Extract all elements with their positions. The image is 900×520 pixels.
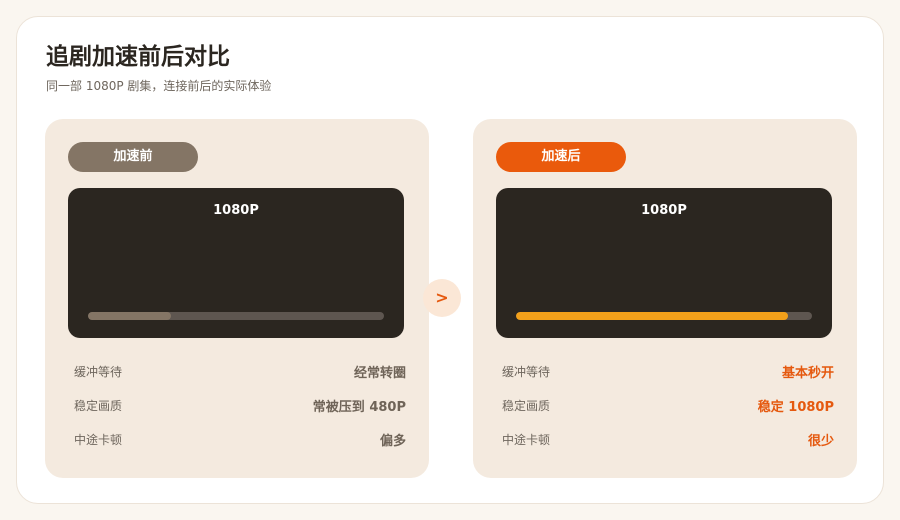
before-resolution-label: 1080P bbox=[213, 203, 259, 218]
before-row-label: 缓冲等待 bbox=[74, 364, 123, 379]
after-progress-fill bbox=[516, 312, 789, 320]
before-badge: 加速前 bbox=[68, 142, 198, 172]
after-badge: 加速后 bbox=[496, 142, 626, 172]
before-row-buffering: 缓冲等待 经常转圈 bbox=[74, 361, 406, 381]
after-row-label: 缓冲等待 bbox=[502, 364, 551, 379]
after-row-quality: 稳定画质 稳定 1080P bbox=[502, 395, 834, 415]
before-row-stutter: 中途卡顿 偏多 bbox=[74, 429, 406, 449]
after-video-preview: 1080P bbox=[496, 188, 832, 338]
before-row-label: 稳定画质 bbox=[74, 398, 123, 413]
after-row-label: 中途卡顿 bbox=[502, 432, 551, 447]
after-row-value: 基本秒开 bbox=[781, 365, 834, 381]
before-progress-track bbox=[88, 312, 384, 320]
after-row-value: 稳定 1080P bbox=[757, 399, 834, 415]
before-panel: 加速前 1080P 缓冲等待 经常转圈 稳定画质 常被压到 480P 中途卡顿 … bbox=[45, 119, 429, 478]
before-row-value: 偏多 bbox=[379, 433, 406, 449]
page-title: 追剧加速前后对比 bbox=[46, 44, 230, 70]
arrow-right-icon: > bbox=[423, 279, 461, 317]
before-row-value: 常被压到 480P bbox=[312, 399, 406, 415]
before-row-quality: 稳定画质 常被压到 480P bbox=[74, 395, 406, 415]
before-video-preview: 1080P bbox=[68, 188, 404, 338]
before-row-value: 经常转圈 bbox=[353, 365, 406, 381]
after-panel: 加速后 1080P 缓冲等待 基本秒开 稳定画质 稳定 1080P 中途卡顿 很… bbox=[473, 119, 857, 478]
after-row-label: 稳定画质 bbox=[502, 398, 551, 413]
after-row-stutter: 中途卡顿 很少 bbox=[502, 429, 834, 449]
page-subtitle: 同一部 1080P 剧集，连接前后的实际体验 bbox=[46, 79, 272, 93]
before-row-label: 中途卡顿 bbox=[74, 432, 123, 447]
after-row-buffering: 缓冲等待 基本秒开 bbox=[502, 361, 834, 381]
before-progress-fill bbox=[88, 312, 171, 320]
after-resolution-label: 1080P bbox=[641, 203, 687, 218]
after-row-value: 很少 bbox=[807, 433, 834, 449]
after-progress-track bbox=[516, 312, 812, 320]
